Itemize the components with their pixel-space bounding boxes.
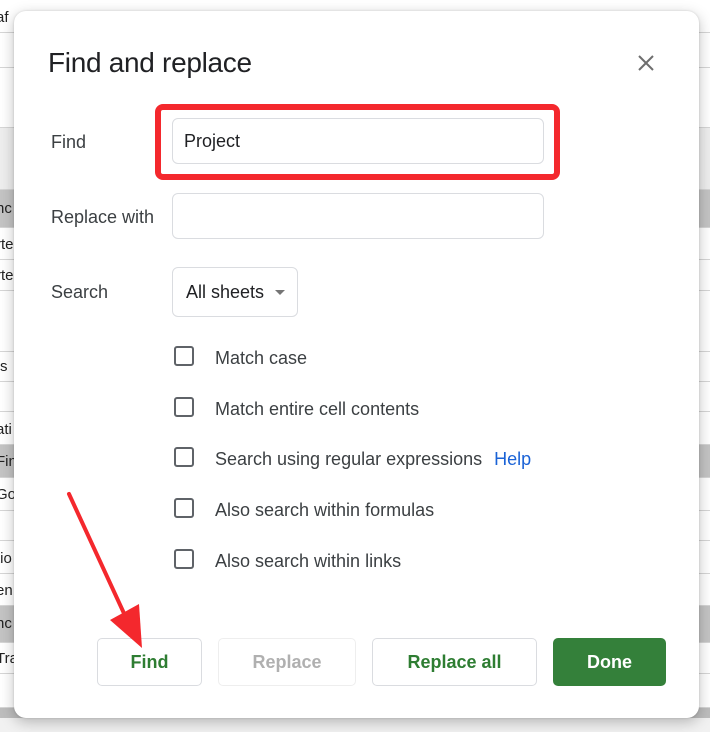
close-button[interactable] [634,51,658,75]
cell-text: rte [0,267,14,284]
match-case-checkbox[interactable] [174,346,194,366]
replace-button[interactable]: Replace [218,638,356,686]
search-scope-dropdown[interactable]: All sheets [172,267,298,317]
dropdown-caret-icon [275,290,285,295]
option-label: Match entire cell contents [215,399,420,419]
cell-text: en [0,582,13,599]
within-formulas-checkbox[interactable] [174,498,194,518]
option-label: Search using regular expressions [215,449,483,469]
search-scope-value: All sheets [186,282,265,302]
cell-text: ati [0,421,12,438]
cell-text: af [0,9,9,26]
dialog-title: Find and replace [48,47,252,78]
sheet-bottom-bar [0,718,710,732]
option-label-wrap: Search using regular expressions Help [215,449,531,470]
cell-text: tio [0,550,12,567]
replace-all-button[interactable]: Replace all [372,638,537,686]
find-and-replace-dialog: Find and replace Find Replace with Searc… [14,11,699,718]
search-label: Search [51,282,109,302]
option-label: Match case [215,348,308,368]
option-label: Also search within links [215,551,402,571]
find-label: Find [51,132,87,152]
match-entire-cell-checkbox[interactable] [174,397,194,417]
replace-with-label: Replace with [51,207,155,227]
cell-text: nc [0,615,12,632]
replace-with-input[interactable] [172,193,544,239]
cell-text: rte [0,236,14,253]
find-button[interactable]: Find [97,638,202,686]
done-button[interactable]: Done [553,638,666,686]
regex-checkbox[interactable] [174,447,194,467]
cell-text: nc [0,200,12,217]
help-link[interactable]: Help [494,449,531,469]
highlight-annotation [155,104,560,180]
cell-text: s [0,358,8,375]
close-icon [638,55,654,71]
option-label: Also search within formulas [215,500,435,520]
within-links-checkbox[interactable] [174,549,194,569]
